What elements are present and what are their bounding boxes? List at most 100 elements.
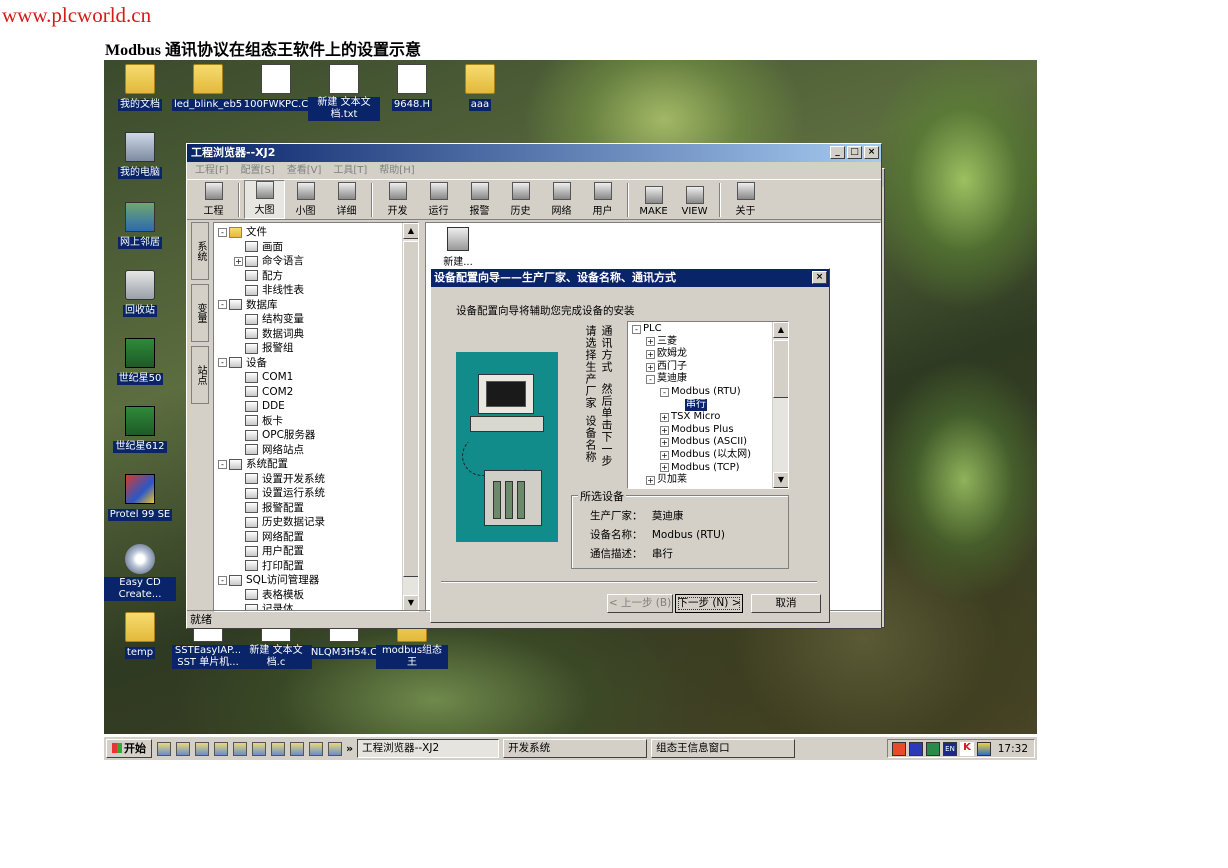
tray-icon[interactable]: [977, 741, 991, 756]
toolbar-button[interactable]: 报警: [459, 182, 500, 219]
expand-icon[interactable]: +: [660, 463, 669, 473]
quicklaunch-icon[interactable]: [233, 741, 247, 756]
tree-item[interactable]: 设置运行系统: [218, 486, 418, 501]
tray-icon[interactable]: [926, 741, 940, 756]
tree-item[interactable]: - 文件: [218, 225, 418, 240]
scroll-up-button[interactable]: ▲: [403, 223, 418, 239]
tree-item[interactable]: 结构变量: [218, 312, 418, 327]
tree-item[interactable]: 非线性表: [218, 283, 418, 298]
collapse-icon[interactable]: -: [218, 459, 227, 469]
tree-item[interactable]: + 命令语言: [218, 254, 418, 269]
expand-icon[interactable]: +: [646, 362, 655, 372]
toolbar-button[interactable]: 工程: [193, 182, 234, 219]
device-scroll-up[interactable]: ▲: [773, 322, 788, 338]
device-scroll-thumb[interactable]: [773, 340, 788, 398]
toolbar-button[interactable]: VIEW: [674, 186, 715, 219]
tree-item[interactable]: 配方: [218, 269, 418, 284]
tree-item[interactable]: OPC服务器: [218, 428, 418, 443]
tray-icon[interactable]: [892, 741, 906, 756]
tree-item[interactable]: - 设备: [218, 356, 418, 371]
window-titlebar[interactable]: 工程浏览器--XJ2 _ □ ×: [187, 144, 881, 162]
tree-item[interactable]: 网络站点: [218, 443, 418, 458]
toolbar-button[interactable]: MAKE: [633, 186, 674, 219]
tree-item[interactable]: - SQL访问管理器: [218, 573, 418, 588]
dialog-close-button[interactable]: ×: [812, 271, 827, 284]
toolbar-button[interactable]: 详细: [326, 182, 367, 219]
tree-item[interactable]: - 系统配置: [218, 457, 418, 472]
task-project-browser[interactable]: 工程浏览器--XJ2: [357, 739, 500, 758]
tree-item[interactable]: - PLC: [632, 323, 788, 336]
tree-item[interactable]: + TSX Micro: [632, 411, 788, 424]
expand-icon[interactable]: +: [660, 438, 669, 448]
tree-item[interactable]: - 数据库: [218, 298, 418, 313]
toolbar-button[interactable]: 运行: [418, 182, 459, 219]
tree-item[interactable]: 设置开发系统: [218, 472, 418, 487]
tree-item[interactable]: + Modbus (ASCII): [632, 436, 788, 449]
tree-scrollbar[interactable]: ▲ ▼: [402, 223, 418, 611]
expand-icon[interactable]: +: [646, 475, 655, 485]
device-tree-scrollbar[interactable]: ▲ ▼: [772, 322, 788, 488]
task-info-window[interactable]: 组态王信息窗口: [651, 739, 796, 758]
minimize-button[interactable]: _: [830, 146, 845, 159]
expand-icon[interactable]: +: [660, 450, 669, 460]
collapse-icon[interactable]: -: [218, 358, 227, 368]
tree-item[interactable]: 网络配置: [218, 530, 418, 545]
side-tab[interactable]: 变量: [191, 284, 209, 342]
desktop-icon[interactable]: 我的文档: [104, 64, 176, 111]
device-scroll-down[interactable]: ▼: [773, 472, 788, 488]
desktop-icon[interactable]: aaa: [444, 64, 516, 111]
tree-item[interactable]: COM2: [218, 385, 418, 400]
tree-item[interactable]: COM1: [218, 370, 418, 385]
tree-item[interactable]: + Modbus Plus: [632, 424, 788, 437]
expand-icon[interactable]: +: [660, 412, 669, 422]
tree-item[interactable]: 串行: [632, 398, 788, 412]
tree-item[interactable]: - Modbus (RTU): [632, 386, 788, 399]
quicklaunch-icon[interactable]: [157, 741, 171, 756]
desktop-icon[interactable]: 新建 文本文档.txt: [308, 64, 380, 121]
tray-k-icon[interactable]: K: [960, 741, 974, 756]
tree-item[interactable]: 表格模板: [218, 588, 418, 603]
menu-item[interactable]: 工程[F]: [195, 162, 229, 179]
cancel-button[interactable]: 取消: [751, 594, 821, 613]
dialog-titlebar[interactable]: 设备配置向导——生产厂家、设备名称、通讯方式 ×: [431, 269, 829, 287]
menu-item[interactable]: 查看[V]: [287, 162, 322, 179]
desktop-icon[interactable]: temp: [104, 612, 176, 659]
menu-item[interactable]: 帮助[H]: [379, 162, 414, 179]
start-button[interactable]: 开始: [106, 739, 152, 758]
toolbar-button[interactable]: 大图: [244, 180, 285, 219]
toolbar-button[interactable]: 历史: [500, 182, 541, 219]
tree-item[interactable]: + 三菱: [632, 336, 788, 349]
toolbar-button[interactable]: 网络: [541, 182, 582, 219]
tree-item[interactable]: 打印配置: [218, 559, 418, 574]
quicklaunch-icon[interactable]: [290, 741, 304, 756]
desktop-icon[interactable]: 9648.H: [376, 64, 448, 111]
quicklaunch-more-button[interactable]: »: [346, 742, 353, 755]
quicklaunch-icon[interactable]: [214, 741, 228, 756]
desktop-icon[interactable]: 世纪星612: [104, 406, 176, 453]
scroll-down-button[interactable]: ▼: [403, 595, 418, 611]
language-indicator-icon[interactable]: EN: [943, 741, 957, 756]
menu-item[interactable]: 配置[S]: [241, 162, 275, 179]
maximize-button[interactable]: □: [847, 146, 862, 159]
quicklaunch-icon[interactable]: [328, 741, 342, 756]
tree-item[interactable]: 数据词典: [218, 327, 418, 342]
tree-item[interactable]: 报警配置: [218, 501, 418, 516]
side-tab[interactable]: 系统: [191, 222, 209, 280]
tree-item[interactable]: + Modbus (以太网): [632, 449, 788, 462]
quicklaunch-icon[interactable]: [271, 741, 285, 756]
desktop-icon[interactable]: 我的电脑: [104, 132, 176, 179]
tree-item[interactable]: + 贝加莱: [632, 474, 788, 487]
tree-item[interactable]: + 欧姆龙: [632, 348, 788, 361]
desktop-icon[interactable]: 100FWKPC.C: [240, 64, 312, 111]
tree-item[interactable]: + 西门子: [632, 361, 788, 374]
collapse-icon[interactable]: -: [218, 575, 227, 585]
desktop-icon[interactable]: 回收站: [104, 270, 176, 317]
quicklaunch-icon[interactable]: [309, 741, 323, 756]
new-item[interactable]: 新建...: [440, 227, 476, 268]
collapse-icon[interactable]: -: [632, 324, 641, 334]
tree-item[interactable]: DDE: [218, 399, 418, 414]
toolbar-button[interactable]: 关于: [725, 182, 766, 219]
tree-item[interactable]: 用户配置: [218, 544, 418, 559]
collapse-icon[interactable]: -: [218, 300, 227, 310]
collapse-icon[interactable]: -: [660, 387, 669, 397]
